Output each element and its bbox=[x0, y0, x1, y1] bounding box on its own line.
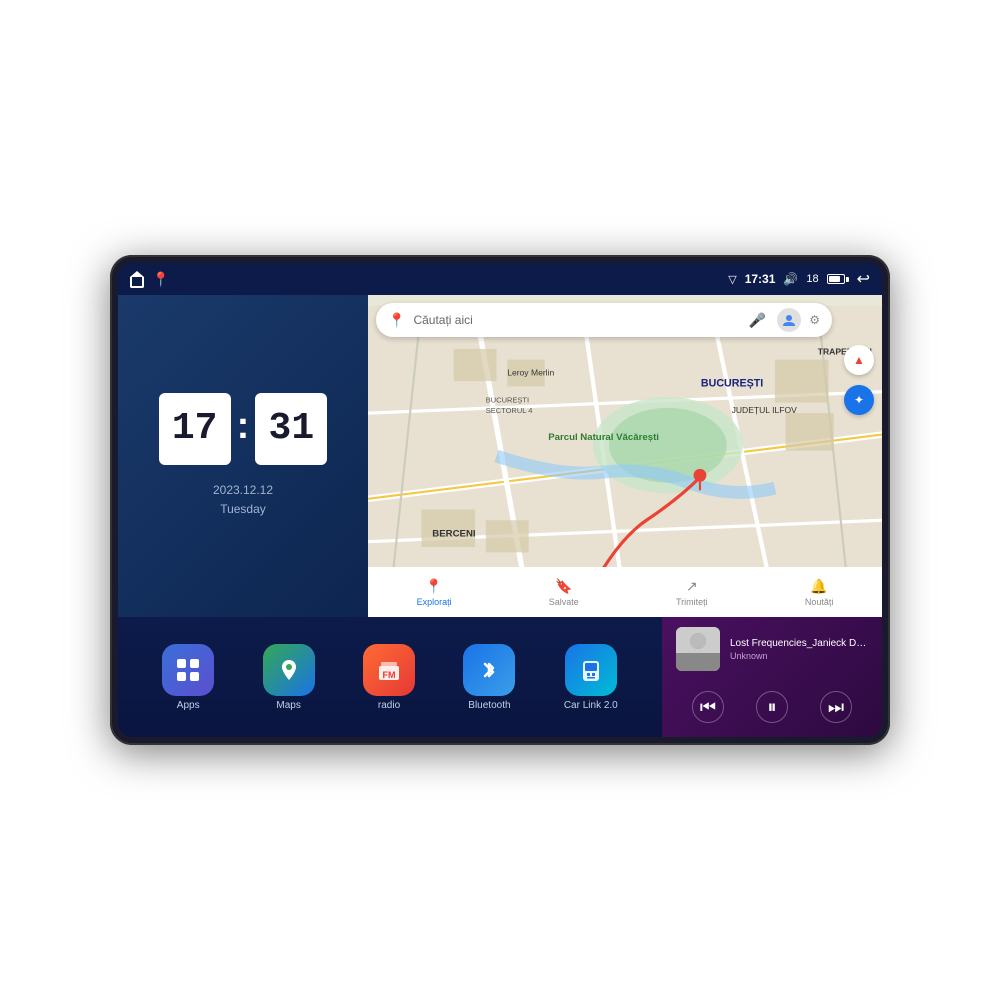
bottom-section: Apps Maps bbox=[118, 617, 882, 737]
clock-hours: 17 bbox=[159, 393, 231, 465]
media-artist: Unknown bbox=[730, 651, 868, 661]
back-button[interactable]: ↩ bbox=[857, 269, 870, 289]
apps-icon-wrapper bbox=[162, 644, 214, 696]
clock-date-value: 2023.12.12 bbox=[213, 481, 273, 500]
map-compass-button[interactable]: ▲ bbox=[844, 345, 874, 375]
media-controls: ⏮ ⏸ ⏭ bbox=[676, 687, 868, 727]
map-location-button[interactable]: ✦ bbox=[844, 385, 874, 415]
time-display: 17:31 bbox=[745, 272, 776, 286]
svg-text:BERCENI: BERCENI bbox=[432, 528, 476, 539]
bluetooth-label: Bluetooth bbox=[468, 700, 510, 711]
map-nav-explore[interactable]: 📍 Explorați bbox=[417, 578, 452, 607]
map-mic-button[interactable]: 🎤 bbox=[745, 308, 769, 332]
status-left: 📍 bbox=[130, 271, 169, 288]
map-search-bar[interactable]: 📍 Căutați aici 🎤 ⚙ bbox=[376, 303, 832, 337]
media-title: Lost Frequencies_Janieck Devy-... bbox=[730, 638, 868, 649]
media-info-area: Lost Frequencies_Janieck Devy-... Unknow… bbox=[676, 627, 868, 671]
main-content: 17 : 31 2023.12.12 Tuesday bbox=[118, 295, 882, 737]
app-icon-apps[interactable]: Apps bbox=[162, 644, 214, 711]
clock-display: 17 : 31 bbox=[159, 393, 328, 465]
clock-day-value: Tuesday bbox=[213, 500, 273, 519]
top-section: 17 : 31 2023.12.12 Tuesday bbox=[118, 295, 882, 617]
app-icon-bluetooth[interactable]: Bluetooth bbox=[463, 644, 515, 711]
map-avatar[interactable] bbox=[777, 308, 801, 332]
bluetooth-icon-wrapper bbox=[463, 644, 515, 696]
svg-text:BUCUREȘTI: BUCUREȘTI bbox=[486, 395, 529, 404]
app-icon-maps[interactable]: Maps bbox=[263, 644, 315, 711]
apps-label: Apps bbox=[177, 700, 200, 711]
clock-date: 2023.12.12 Tuesday bbox=[213, 481, 273, 519]
device-frame: 📍 ▽ 17:31 🔊 18 ↩ bbox=[110, 255, 890, 745]
app-icon-carlink[interactable]: Car Link 2.0 bbox=[564, 644, 618, 711]
home-button[interactable] bbox=[130, 271, 144, 288]
svg-text:Leroy Merlin: Leroy Merlin bbox=[507, 368, 554, 378]
svg-text:BUCUREȘTI: BUCUREȘTI bbox=[701, 377, 763, 389]
map-bottom-bar: 📍 Explorați 🔖 Salvate ↗ Trimiteți 🔔 bbox=[368, 567, 882, 617]
media-panel: Lost Frequencies_Janieck Devy-... Unknow… bbox=[662, 617, 882, 737]
maps-icon-wrapper bbox=[263, 644, 315, 696]
maps-shortcut-icon[interactable]: 📍 bbox=[152, 271, 169, 288]
map-nav-send[interactable]: ↗ Trimiteți bbox=[676, 578, 708, 607]
google-maps-pin-icon: 📍 bbox=[388, 312, 405, 329]
media-next-button[interactable]: ⏭ bbox=[820, 691, 852, 723]
carlink-icon-wrapper bbox=[565, 644, 617, 696]
clock-minutes: 31 bbox=[255, 393, 327, 465]
app-icon-radio[interactable]: FM radio bbox=[363, 644, 415, 711]
status-right: ▽ 17:31 🔊 18 ↩ bbox=[728, 269, 870, 289]
radio-label: radio bbox=[378, 700, 400, 711]
media-prev-button[interactable]: ⏮ bbox=[692, 691, 724, 723]
volume-icon: 🔊 bbox=[783, 272, 798, 286]
svg-text:JUDEȚUL ILFOV: JUDEȚUL ILFOV bbox=[732, 405, 798, 415]
volume-level: 18 bbox=[806, 273, 818, 285]
map-nav-updates[interactable]: 🔔 Noutăți bbox=[805, 578, 834, 607]
maps-label: Maps bbox=[276, 700, 300, 711]
media-thumbnail bbox=[676, 627, 720, 671]
clock-panel: 17 : 31 2023.12.12 Tuesday bbox=[118, 295, 368, 617]
media-info-text: Lost Frequencies_Janieck Devy-... Unknow… bbox=[730, 638, 868, 661]
apps-area: Apps Maps bbox=[118, 617, 662, 737]
status-bar: 📍 ▽ 17:31 🔊 18 ↩ bbox=[118, 263, 882, 295]
screen: 📍 ▽ 17:31 🔊 18 ↩ bbox=[118, 263, 882, 737]
map-panel[interactable]: Parcul Natural Văcărești BUCUREȘTI JUDEȚ… bbox=[368, 295, 882, 617]
map-search-text[interactable]: Căutați aici bbox=[413, 313, 737, 327]
map-settings-icon[interactable]: ⚙ bbox=[809, 313, 820, 327]
map-nav-saved[interactable]: 🔖 Salvate bbox=[549, 578, 579, 607]
svg-text:SECTORUL 4: SECTORUL 4 bbox=[486, 406, 533, 415]
svg-text:FM: FM bbox=[383, 670, 396, 680]
svg-text:Parcul Natural Văcărești: Parcul Natural Văcărești bbox=[548, 432, 659, 443]
radio-icon-wrapper: FM bbox=[363, 644, 415, 696]
clock-colon: : bbox=[237, 405, 250, 448]
battery-icon bbox=[827, 274, 849, 284]
media-play-pause-button[interactable]: ⏸ bbox=[756, 691, 788, 723]
signal-icon: ▽ bbox=[728, 273, 736, 286]
carlink-label: Car Link 2.0 bbox=[564, 700, 618, 711]
